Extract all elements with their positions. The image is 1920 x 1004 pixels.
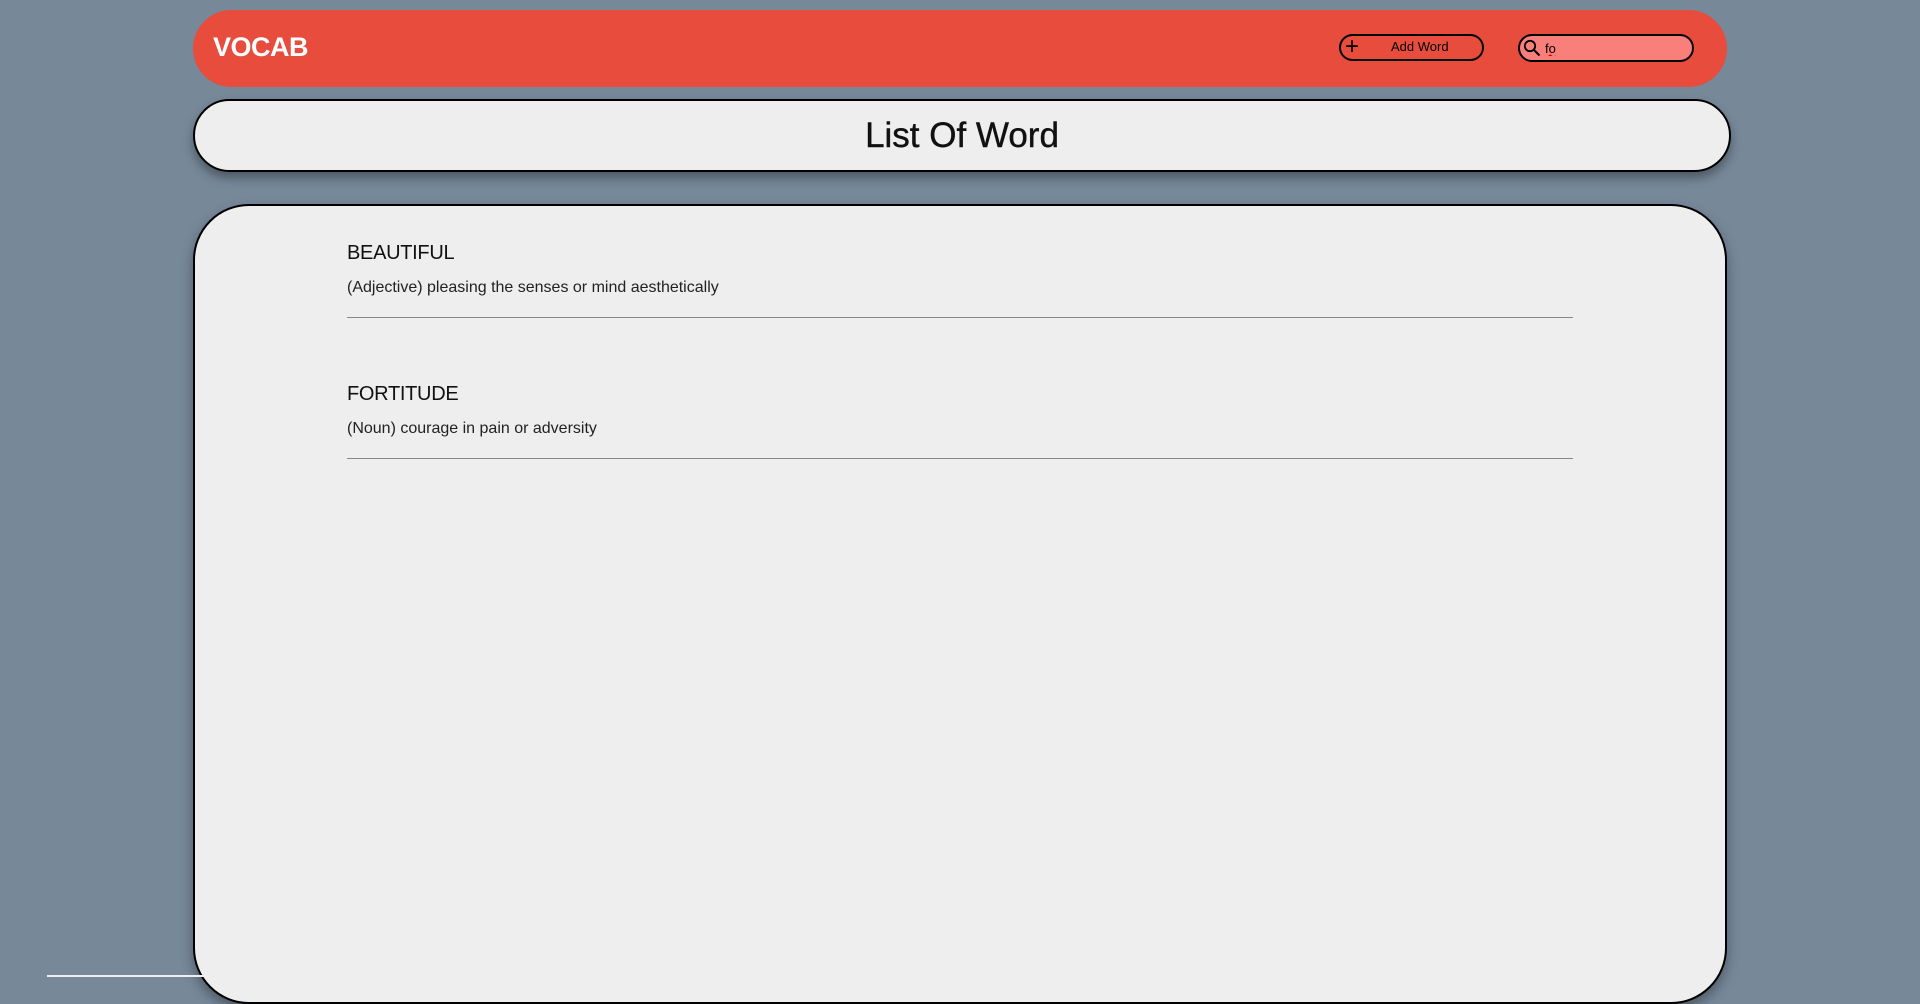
search-box[interactable]: [1518, 34, 1694, 62]
plus-icon: +: [1345, 33, 1360, 60]
search-icon: [1523, 39, 1541, 57]
page-title: List Of Word: [865, 116, 1059, 155]
word-definition: (Noun) courage in pain or adversity: [347, 420, 597, 437]
word-list: BEAUTIFUL (Adjective) pleasing the sense…: [193, 204, 1727, 1004]
add-word-button[interactable]: + Add Word: [1339, 34, 1484, 61]
brand-logo[interactable]: VOCAB: [213, 32, 309, 63]
word-term: BEAUTIFUL: [347, 242, 455, 264]
page-title-card: List Of Word: [193, 99, 1731, 172]
word-definition: (Adjective) pleasing the senses or mind …: [347, 279, 719, 296]
word-term: FORTITUDE: [347, 383, 459, 405]
search-input[interactable]: [1545, 38, 1685, 58]
word-item[interactable]: BEAUTIFUL (Adjective) pleasing the sense…: [347, 206, 1573, 318]
word-item[interactable]: FORTITUDE (Noun) courage in pain or adve…: [347, 347, 1573, 459]
add-word-label: Add Word: [1391, 39, 1449, 54]
navbar: VOCAB + Add Word: [193, 10, 1727, 87]
